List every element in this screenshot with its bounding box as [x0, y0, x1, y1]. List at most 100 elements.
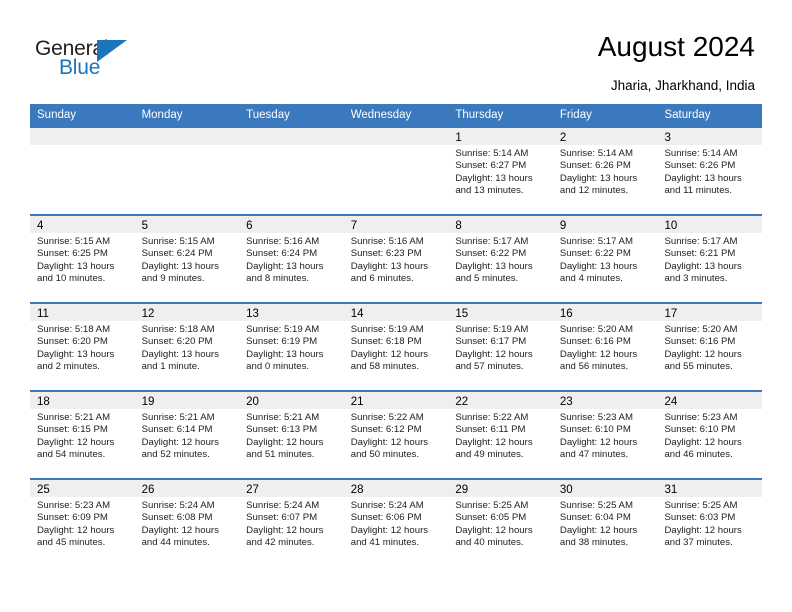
daylight-text-line2: and 9 minutes. — [141, 272, 205, 284]
day-number-band: 22 — [448, 392, 553, 409]
sunrise-text: Sunrise: 5:24 AM — [246, 500, 320, 511]
week-row: 4 Sunrise: 5:15 AM Sunset: 6:25 PM Dayli… — [30, 214, 763, 302]
weekday-header-wednesday: Wednesday — [350, 109, 412, 121]
day-info: Sunrise: 5:16 AM Sunset: 6:23 PM Dayligh… — [344, 233, 449, 285]
sunset-text: Sunset: 6:26 PM — [664, 160, 736, 172]
day-number: 23 — [559, 396, 573, 408]
day-cell[interactable]: 26 Sunrise: 5:24 AM Sunset: 6:08 PM Dayl… — [134, 480, 240, 566]
day-info — [344, 145, 449, 148]
day-cell[interactable]: 17 Sunrise: 5:20 AM Sunset: 6:16 PM Dayl… — [657, 304, 763, 390]
day-cell[interactable]: 27 Sunrise: 5:24 AM Sunset: 6:07 PM Dayl… — [239, 480, 344, 566]
sunrise-text: Sunrise: 5:18 AM — [141, 324, 215, 335]
week-row: 1 Sunrise: 5:14 AM Sunset: 6:27 PM Dayli… — [30, 126, 763, 214]
day-cell[interactable]: 2 Sunrise: 5:14 AM Sunset: 6:26 PM Dayli… — [552, 128, 658, 214]
day-cell[interactable]: 19 Sunrise: 5:21 AM Sunset: 6:14 PM Dayl… — [134, 392, 240, 478]
day-info: Sunrise: 5:21 AM Sunset: 6:15 PM Dayligh… — [30, 409, 135, 461]
day-number-band: 16 — [552, 304, 658, 321]
sunset-text: Sunset: 6:12 PM — [350, 424, 422, 436]
daylight-text-line2: and 54 minutes. — [37, 448, 106, 460]
daylight-text-line2: and 51 minutes. — [246, 448, 315, 460]
day-info: Sunrise: 5:14 AM Sunset: 6:26 PM Dayligh… — [553, 145, 658, 197]
day-info: Sunrise: 5:16 AM Sunset: 6:24 PM Dayligh… — [239, 233, 344, 285]
day-info: Sunrise: 5:18 AM Sunset: 6:20 PM Dayligh… — [30, 321, 135, 373]
day-cell[interactable]: 11 Sunrise: 5:18 AM Sunset: 6:20 PM Dayl… — [30, 304, 135, 390]
sunset-text: Sunset: 6:04 PM — [559, 512, 631, 524]
day-cell[interactable]: 1 Sunrise: 5:14 AM Sunset: 6:27 PM Dayli… — [448, 128, 553, 214]
day-number-band: 19 — [134, 392, 240, 409]
day-cell[interactable]: 20 Sunrise: 5:21 AM Sunset: 6:13 PM Dayl… — [239, 392, 344, 478]
daylight-text-line2: and 13 minutes. — [455, 184, 524, 196]
sunrise-text: Sunrise: 5:18 AM — [37, 324, 111, 335]
day-cell[interactable]: 25 Sunrise: 5:23 AM Sunset: 6:09 PM Dayl… — [30, 480, 135, 566]
day-cell[interactable]: 28 Sunrise: 5:24 AM Sunset: 6:06 PM Dayl… — [343, 480, 449, 566]
day-cell[interactable]: 29 Sunrise: 5:25 AM Sunset: 6:05 PM Dayl… — [448, 480, 553, 566]
day-info: Sunrise: 5:15 AM Sunset: 6:25 PM Dayligh… — [30, 233, 135, 285]
day-number: 28 — [350, 484, 364, 496]
daylight-text-line1: Daylight: 12 hours — [141, 436, 219, 448]
day-info: Sunrise: 5:24 AM Sunset: 6:07 PM Dayligh… — [239, 497, 344, 549]
sunset-text: Sunset: 6:22 PM — [559, 248, 631, 260]
day-cell[interactable]: 9 Sunrise: 5:17 AM Sunset: 6:22 PM Dayli… — [552, 216, 658, 302]
day-cell[interactable]: 10 Sunrise: 5:17 AM Sunset: 6:21 PM Dayl… — [657, 216, 763, 302]
daylight-text-line1: Daylight: 12 hours — [455, 436, 533, 448]
sunset-text: Sunset: 6:10 PM — [559, 424, 631, 436]
daylight-text-line2: and 2 minutes. — [37, 360, 100, 372]
day-cell[interactable]: 3 Sunrise: 5:14 AM Sunset: 6:26 PM Dayli… — [657, 128, 763, 214]
day-info: Sunrise: 5:21 AM Sunset: 6:14 PM Dayligh… — [135, 409, 240, 461]
day-number-band: 12 — [134, 304, 240, 321]
day-cell[interactable]: 5 Sunrise: 5:15 AM Sunset: 6:24 PM Dayli… — [134, 216, 240, 302]
day-info: Sunrise: 5:23 AM Sunset: 6:10 PM Dayligh… — [553, 409, 658, 461]
sunset-text: Sunset: 6:10 PM — [664, 424, 736, 436]
daylight-text-line1: Daylight: 12 hours — [37, 436, 115, 448]
day-cell[interactable]: 31 Sunrise: 5:25 AM Sunset: 6:03 PM Dayl… — [657, 480, 763, 566]
day-cell[interactable]: 21 Sunrise: 5:22 AM Sunset: 6:12 PM Dayl… — [343, 392, 449, 478]
sunrise-text: Sunrise: 5:22 AM — [350, 412, 424, 423]
day-number: 5 — [141, 220, 148, 232]
day-number: 6 — [246, 220, 253, 232]
day-number: 11 — [37, 308, 49, 320]
day-cell[interactable]: 18 Sunrise: 5:21 AM Sunset: 6:15 PM Dayl… — [30, 392, 135, 478]
day-info: Sunrise: 5:19 AM Sunset: 6:18 PM Dayligh… — [344, 321, 449, 373]
day-cell[interactable]: 6 Sunrise: 5:16 AM Sunset: 6:24 PM Dayli… — [239, 216, 344, 302]
day-number: 1 — [455, 132, 462, 144]
day-cell[interactable]: 12 Sunrise: 5:18 AM Sunset: 6:20 PM Dayl… — [134, 304, 240, 390]
daylight-text-line2: and 37 minutes. — [664, 536, 733, 548]
general-blue-logo[interactable]: General Blue — [35, 38, 215, 84]
daylight-text-line1: Daylight: 13 hours — [664, 172, 742, 184]
daylight-text-line1: Daylight: 12 hours — [350, 524, 429, 536]
week-row: 25 Sunrise: 5:23 AM Sunset: 6:09 PM Dayl… — [30, 478, 763, 566]
daylight-text-line1: Daylight: 13 hours — [141, 348, 219, 360]
sunrise-text: Sunrise: 5:23 AM — [559, 412, 633, 423]
day-cell[interactable]: 23 Sunrise: 5:23 AM Sunset: 6:10 PM Dayl… — [552, 392, 658, 478]
day-cell[interactable]: 24 Sunrise: 5:23 AM Sunset: 6:10 PM Dayl… — [657, 392, 763, 478]
weekday-header-tuesday: Tuesday — [246, 109, 290, 121]
day-cell[interactable]: 15 Sunrise: 5:19 AM Sunset: 6:17 PM Dayl… — [448, 304, 553, 390]
sunrise-text: Sunrise: 5:16 AM — [246, 236, 320, 247]
day-info: Sunrise: 5:18 AM Sunset: 6:20 PM Dayligh… — [135, 321, 240, 373]
day-cell[interactable]: 7 Sunrise: 5:16 AM Sunset: 6:23 PM Dayli… — [343, 216, 449, 302]
day-info: Sunrise: 5:25 AM Sunset: 6:05 PM Dayligh… — [448, 497, 553, 549]
daylight-text-line2: and 11 minutes. — [664, 184, 733, 196]
sunrise-text: Sunrise: 5:14 AM — [664, 148, 738, 159]
daylight-text-line1: Daylight: 12 hours — [559, 436, 638, 448]
daylight-text-line1: Daylight: 12 hours — [350, 348, 429, 360]
day-cell[interactable]: 16 Sunrise: 5:20 AM Sunset: 6:16 PM Dayl… — [552, 304, 658, 390]
daylight-text-line2: and 4 minutes. — [559, 272, 623, 284]
day-number: 20 — [246, 396, 259, 408]
day-cell[interactable]: 4 Sunrise: 5:15 AM Sunset: 6:25 PM Dayli… — [30, 216, 135, 302]
day-info: Sunrise: 5:17 AM Sunset: 6:22 PM Dayligh… — [553, 233, 658, 285]
daylight-text-line1: Daylight: 12 hours — [246, 436, 324, 448]
daylight-text-line2: and 58 minutes. — [350, 360, 420, 372]
day-cell[interactable]: 22 Sunrise: 5:22 AM Sunset: 6:11 PM Dayl… — [448, 392, 553, 478]
day-cell[interactable]: 14 Sunrise: 5:19 AM Sunset: 6:18 PM Dayl… — [343, 304, 449, 390]
sunset-text: Sunset: 6:22 PM — [455, 248, 527, 260]
day-cell[interactable]: 30 Sunrise: 5:25 AM Sunset: 6:04 PM Dayl… — [552, 480, 658, 566]
day-info: Sunrise: 5:22 AM Sunset: 6:12 PM Dayligh… — [344, 409, 449, 461]
day-cell[interactable]: 8 Sunrise: 5:17 AM Sunset: 6:22 PM Dayli… — [448, 216, 553, 302]
sunrise-text: Sunrise: 5:23 AM — [37, 500, 111, 511]
sunrise-text: Sunrise: 5:21 AM — [37, 412, 111, 423]
daylight-text-line2: and 44 minutes. — [141, 536, 210, 548]
day-cell[interactable]: 13 Sunrise: 5:19 AM Sunset: 6:19 PM Dayl… — [239, 304, 344, 390]
day-number-band — [343, 128, 449, 145]
sunset-text: Sunset: 6:14 PM — [141, 424, 213, 436]
